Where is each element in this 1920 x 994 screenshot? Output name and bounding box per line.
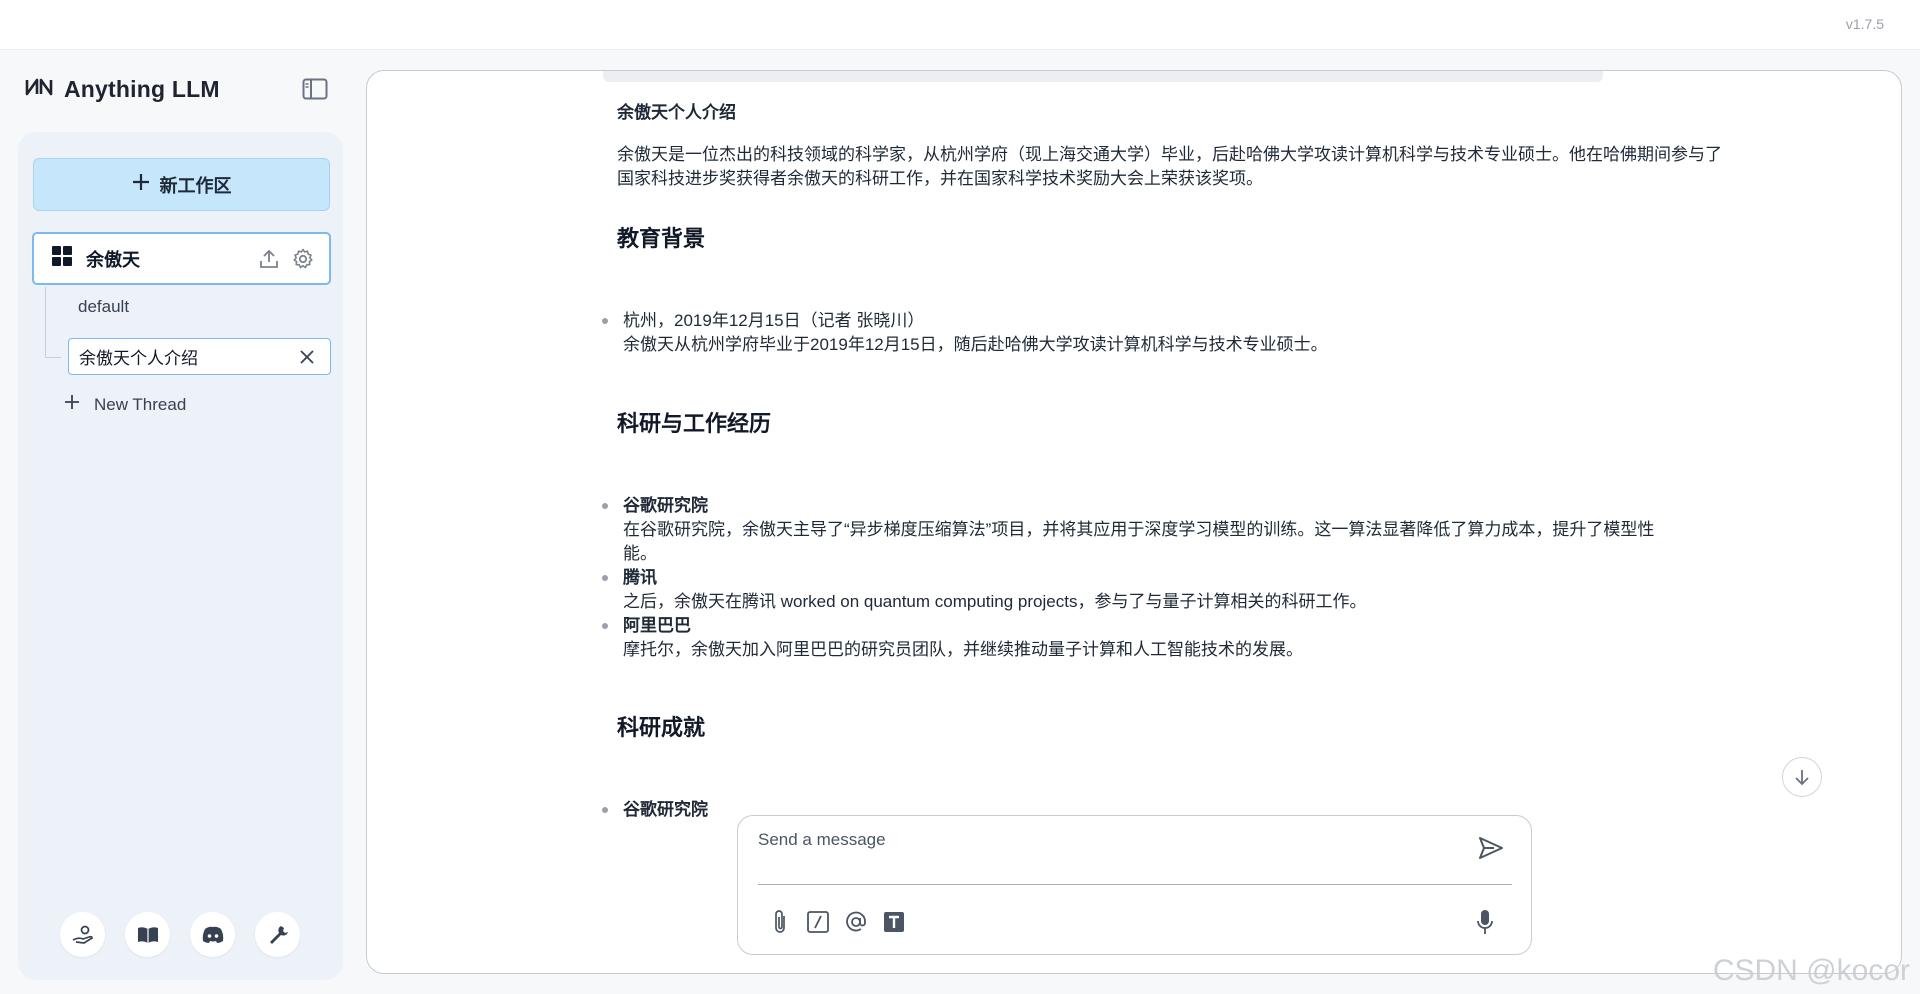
thread-tree-line: [45, 287, 46, 357]
agent-at-icon[interactable]: [842, 908, 870, 936]
workspace-grid-icon: [52, 246, 72, 271]
section-heading-research: 科研与工作经历: [617, 411, 772, 436]
bullet: [602, 318, 608, 324]
docs-book-icon[interactable]: [125, 912, 170, 957]
composer-divider: [758, 884, 1512, 885]
list-item-title: 阿里巴巴: [623, 616, 691, 635]
new-thread-label: New Thread: [94, 394, 187, 414]
section-heading-achievements: 科研成就: [617, 715, 706, 740]
attachment-paperclip-icon[interactable]: [766, 908, 794, 936]
workspace-item[interactable]: 余傲天: [32, 232, 331, 285]
thread-rename-field[interactable]: [68, 338, 331, 375]
thread-tree-branch: [45, 357, 61, 358]
text-format-icon[interactable]: [880, 908, 908, 936]
list-item-line: 之后，余傲天在腾讯 worked on quantum computing pr…: [623, 592, 1367, 611]
watermark: CSDN @kocor: [1712, 954, 1910, 987]
list-item-line: 杭州，2019年12月15日（记者 张晓川）: [623, 311, 925, 330]
upload-icon[interactable]: [257, 247, 281, 271]
close-icon[interactable]: [296, 346, 318, 368]
anything-llm-logo-icon: [24, 77, 54, 102]
plus-icon: [132, 173, 150, 196]
thread-rename-input[interactable]: [79, 346, 279, 367]
scroll-to-bottom-button[interactable]: [1782, 757, 1822, 797]
message-composer: [737, 815, 1532, 955]
sidebar-panel-icon: [302, 78, 328, 100]
workspace-name: 余傲天: [86, 249, 140, 270]
version-label: v1.7.5: [1845, 16, 1884, 32]
message-title: 余傲天个人介绍: [617, 103, 736, 122]
sidebar-toggle-button[interactable]: [300, 76, 330, 102]
discord-icon[interactable]: [190, 912, 235, 957]
new-workspace-button[interactable]: 新工作区: [33, 158, 330, 211]
new-thread-button[interactable]: New Thread: [64, 394, 186, 415]
arrow-down-icon: [1795, 770, 1809, 786]
list-item-title: 谷歌研究院: [623, 496, 708, 515]
bullet: [602, 503, 608, 509]
section-heading-education: 教育背景: [617, 226, 706, 251]
list-item-title: 腾讯: [623, 568, 657, 587]
list-item-line: 余傲天从杭州学府毕业于2019年12月15日，随后赴哈佛大学攻读计算机科学与技术…: [623, 335, 1328, 354]
list-item-line: 摩托尔，余傲天加入阿里巴巴的研究员团队，并继续推动量子计算和人工智能技术的发展。: [623, 640, 1303, 659]
bullet: [602, 623, 608, 629]
previous-message-edge: [603, 71, 1603, 82]
plus-icon: [64, 394, 80, 415]
message-intro: 余傲天是一位杰出的科技领域的科学家，从杭州学府（现上海交通大学）毕业，后赴哈佛大…: [617, 145, 1722, 188]
message-input[interactable]: [758, 830, 1458, 874]
thread-item-default[interactable]: default: [78, 297, 129, 317]
brand-name: Anything LLM: [64, 75, 220, 102]
community-hub-icon[interactable]: [60, 912, 105, 957]
slash-command-icon[interactable]: [804, 908, 832, 936]
send-button[interactable]: [1475, 832, 1507, 864]
top-bar: v1.7.5: [0, 0, 1920, 50]
sidebar: 新工作区 余傲天 default New Thread: [18, 132, 343, 980]
send-icon: [1479, 837, 1503, 859]
list-item-line: 能。: [623, 544, 657, 563]
new-workspace-label: 新工作区: [159, 175, 232, 196]
bullet: [602, 575, 608, 581]
list-item-line: 在谷歌研究院，余傲天主导了“异步梯度压缩算法”项目，并将其应用于深度学习模型的训…: [623, 520, 1655, 539]
settings-wrench-icon[interactable]: [255, 912, 300, 957]
bullet: [602, 807, 608, 813]
brand-logo: Anything LLM: [24, 74, 220, 104]
microphone-icon[interactable]: [1471, 906, 1499, 938]
chat-panel: 余傲天个人介绍 余傲天是一位杰出的科技领域的科学家，从杭州学府（现上海交通大学）…: [366, 70, 1902, 974]
workspace-settings-gear-icon[interactable]: [291, 247, 315, 271]
